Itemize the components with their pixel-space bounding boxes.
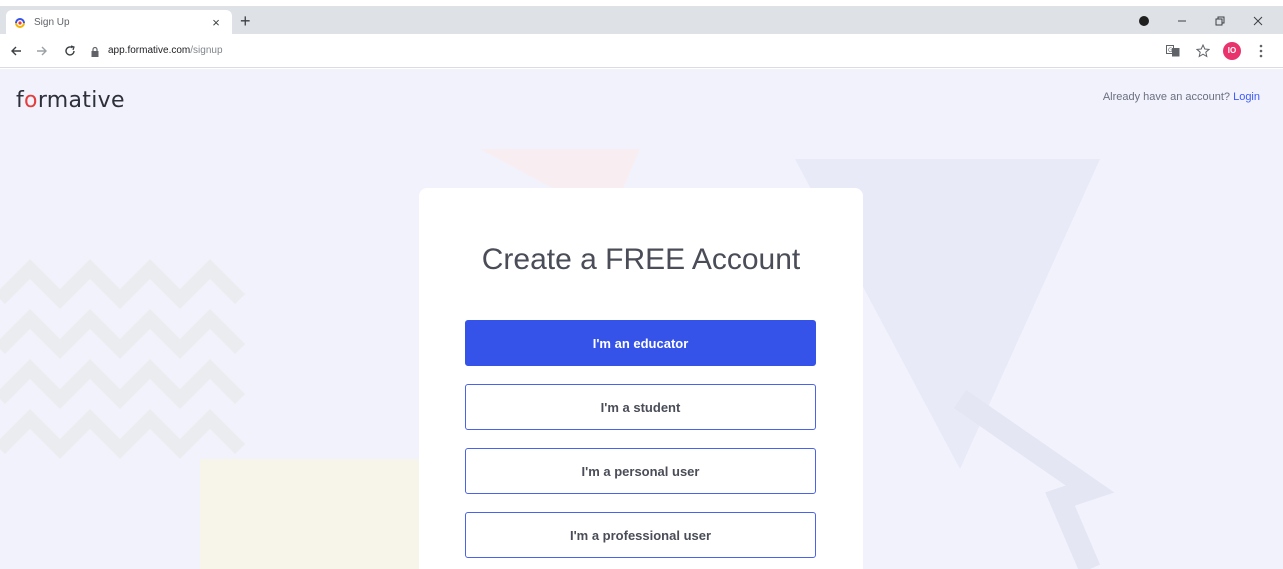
url-host: app.formative.com bbox=[108, 45, 191, 56]
login-link[interactable]: Login bbox=[1233, 91, 1260, 103]
formative-logo[interactable]: formative bbox=[16, 88, 125, 113]
back-arrow-icon[interactable] bbox=[4, 39, 28, 63]
login-prompt: Already have an account? Login bbox=[1103, 91, 1260, 103]
browser-toolbar: app.formative.com/signup G IO bbox=[0, 34, 1283, 68]
toolbar-actions: G IO bbox=[1163, 41, 1271, 61]
browser-tab[interactable]: Sign Up × bbox=[6, 10, 232, 34]
logo-text-start: f bbox=[16, 88, 25, 113]
close-window-icon[interactable] bbox=[1239, 12, 1277, 30]
profile-indicator-icon[interactable] bbox=[1125, 12, 1163, 30]
educator-button[interactable]: I'm an educator bbox=[465, 320, 816, 366]
professional-user-button[interactable]: I'm a professional user bbox=[465, 512, 816, 558]
menu-dots-icon[interactable] bbox=[1251, 41, 1271, 61]
personal-user-button[interactable]: I'm a personal user bbox=[465, 448, 816, 494]
url-text: app.formative.com/signup bbox=[108, 45, 223, 56]
new-tab-button[interactable]: + bbox=[240, 12, 251, 30]
signup-card: Create a FREE Account I'm an educator I'… bbox=[419, 188, 863, 569]
formative-favicon-icon bbox=[14, 16, 26, 28]
bookmark-star-icon[interactable] bbox=[1193, 41, 1213, 61]
profile-avatar[interactable]: IO bbox=[1223, 41, 1241, 60]
card-title: Create a FREE Account bbox=[481, 243, 801, 276]
logo-accent-letter: o bbox=[24, 88, 38, 113]
student-button[interactable]: I'm a student bbox=[465, 384, 816, 430]
tab-title: Sign Up bbox=[34, 16, 70, 28]
logo-text-end: rmative bbox=[37, 88, 125, 113]
translate-icon[interactable]: G bbox=[1163, 41, 1183, 61]
browser-tab-bar: Sign Up × + bbox=[0, 6, 1283, 34]
minimize-icon[interactable] bbox=[1163, 12, 1201, 30]
tab-close-icon[interactable]: × bbox=[208, 15, 224, 30]
forward-arrow-icon[interactable] bbox=[30, 39, 54, 63]
url-path: /signup bbox=[190, 45, 223, 56]
address-bar[interactable]: app.formative.com/signup bbox=[90, 39, 1163, 63]
signup-page: formative Already have an account? Login… bbox=[0, 69, 1283, 569]
reload-icon[interactable] bbox=[58, 39, 82, 63]
restore-icon[interactable] bbox=[1201, 12, 1239, 30]
window-controls bbox=[1125, 12, 1277, 30]
login-prompt-text: Already have an account? bbox=[1102, 91, 1231, 103]
svg-text:G: G bbox=[1168, 47, 1173, 54]
lock-icon bbox=[90, 45, 100, 57]
